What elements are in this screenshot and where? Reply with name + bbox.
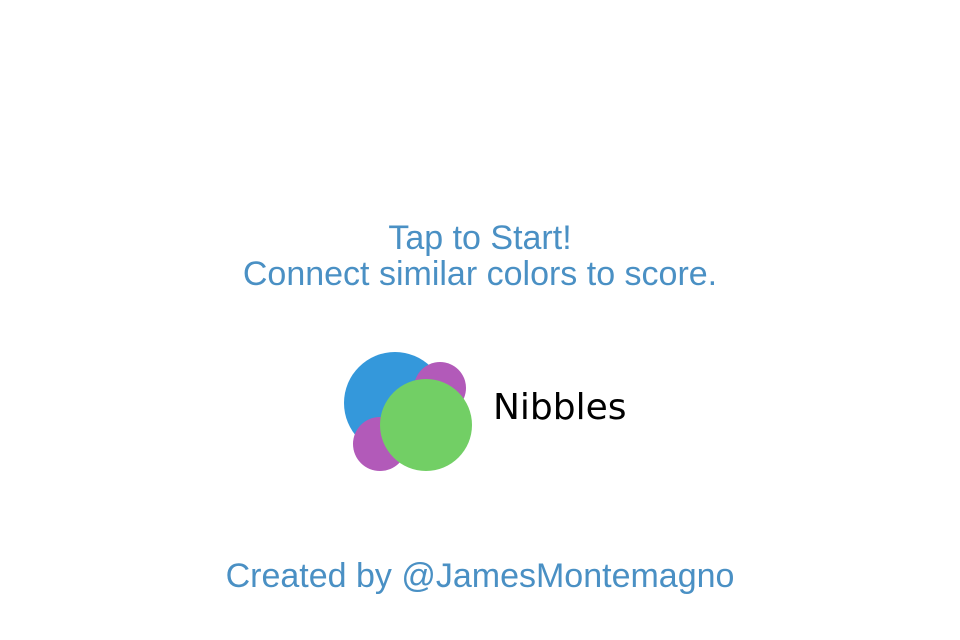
app-name: Nibbles (493, 387, 627, 428)
credits-label: Created by @JamesMontemagno (225, 557, 735, 595)
start-screen[interactable]: Tap to Start! Connect similar colors to … (0, 0, 960, 640)
app-logo: Nibbles (340, 350, 640, 475)
nibbles-bubbles-logo-icon (344, 352, 472, 471)
tap-to-start-label[interactable]: Tap to Start! (0, 220, 960, 256)
instructions-label: Connect similar colors to score. (242, 255, 718, 293)
green-bubble (380, 379, 472, 471)
instructions-block: Tap to Start! Connect similar colors to … (0, 220, 960, 292)
